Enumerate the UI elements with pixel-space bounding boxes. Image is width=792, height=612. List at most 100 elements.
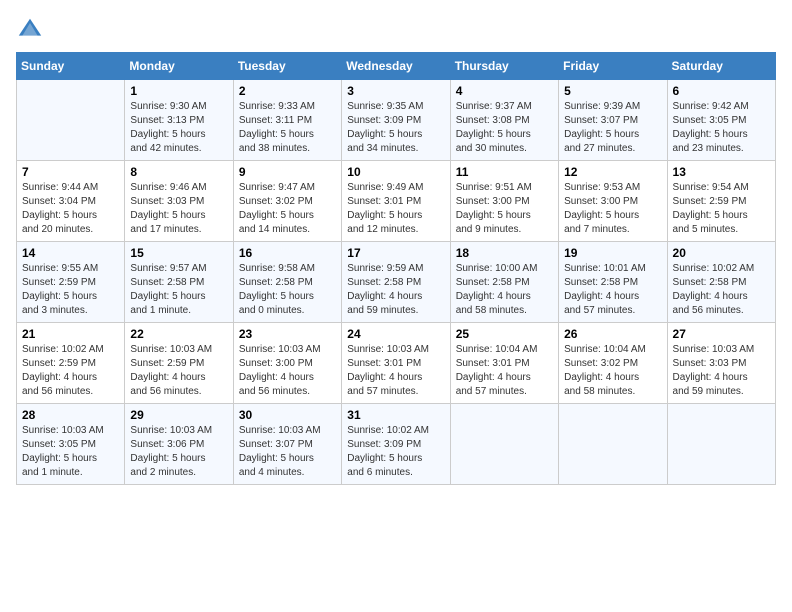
calendar-header-wednesday: Wednesday	[342, 53, 450, 80]
calendar-header-thursday: Thursday	[450, 53, 558, 80]
calendar-cell: 23 Sunrise: 10:03 AM Sunset: 3:00 PM Dayl…	[233, 323, 341, 404]
day-number: 9	[239, 165, 336, 179]
calendar-header-friday: Friday	[559, 53, 667, 80]
calendar-header-tuesday: Tuesday	[233, 53, 341, 80]
day-info: Sunrise: 9:46 AM Sunset: 3:03 PM Dayligh…	[130, 181, 227, 237]
day-info: Sunrise: 9:33 AM Sunset: 3:11 PM Dayligh…	[239, 100, 336, 156]
calendar-cell	[667, 404, 775, 485]
day-number: 13	[673, 165, 770, 179]
calendar-cell: 15 Sunrise: 9:57 AM Sunset: 2:58 PM Dayli…	[125, 242, 233, 323]
calendar-cell: 28 Sunrise: 10:03 AM Sunset: 3:05 PM Dayl…	[17, 404, 125, 485]
day-info: Sunrise: 9:30 AM Sunset: 3:13 PM Dayligh…	[130, 100, 227, 156]
day-info: Sunrise: 10:03 AM Sunset: 3:07 PM Daylig…	[239, 424, 336, 480]
day-number: 24	[347, 327, 444, 341]
day-number: 14	[22, 246, 119, 260]
calendar-cell	[450, 404, 558, 485]
page-header	[16, 16, 776, 44]
day-info: Sunrise: 9:37 AM Sunset: 3:08 PM Dayligh…	[456, 100, 553, 156]
day-info: Sunrise: 9:55 AM Sunset: 2:59 PM Dayligh…	[22, 262, 119, 318]
day-info: Sunrise: 9:57 AM Sunset: 2:58 PM Dayligh…	[130, 262, 227, 318]
calendar-cell: 26 Sunrise: 10:04 AM Sunset: 3:02 PM Dayl…	[559, 323, 667, 404]
day-number: 16	[239, 246, 336, 260]
day-info: Sunrise: 9:59 AM Sunset: 2:58 PM Dayligh…	[347, 262, 444, 318]
day-number: 21	[22, 327, 119, 341]
calendar-cell: 3Sunrise: 9:35 AM Sunset: 3:09 PM Daylig…	[342, 80, 450, 161]
day-info: Sunrise: 10:03 AM Sunset: 3:00 PM Daylig…	[239, 343, 336, 399]
day-number: 22	[130, 327, 227, 341]
day-info: Sunrise: 10:02 AM Sunset: 3:09 PM Daylig…	[347, 424, 444, 480]
day-number: 11	[456, 165, 553, 179]
day-number: 31	[347, 408, 444, 422]
logo-icon	[16, 16, 44, 44]
calendar-cell: 20Sunrise: 10:02 AM Sunset: 2:58 PM Dayl…	[667, 242, 775, 323]
day-number: 7	[22, 165, 119, 179]
day-number: 25	[456, 327, 553, 341]
day-info: Sunrise: 9:42 AM Sunset: 3:05 PM Dayligh…	[673, 100, 770, 156]
day-number: 30	[239, 408, 336, 422]
day-info: Sunrise: 10:03 AM Sunset: 3:01 PM Daylig…	[347, 343, 444, 399]
calendar-cell: 5Sunrise: 9:39 AM Sunset: 3:07 PM Daylig…	[559, 80, 667, 161]
calendar-cell: 27 Sunrise: 10:03 AM Sunset: 3:03 PM Dayl…	[667, 323, 775, 404]
day-info: Sunrise: 9:53 AM Sunset: 3:00 PM Dayligh…	[564, 181, 661, 237]
day-number: 5	[564, 84, 661, 98]
day-info: Sunrise: 10:04 AM Sunset: 3:02 PM Daylig…	[564, 343, 661, 399]
day-info: Sunrise: 10:03 AM Sunset: 3:03 PM Daylig…	[673, 343, 770, 399]
calendar-cell: 21 Sunrise: 10:02 AM Sunset: 2:59 PM Dayl…	[17, 323, 125, 404]
calendar-cell: 17 Sunrise: 9:59 AM Sunset: 2:58 PM Dayli…	[342, 242, 450, 323]
day-info: Sunrise: 9:51 AM Sunset: 3:00 PM Dayligh…	[456, 181, 553, 237]
calendar-week-row: 28 Sunrise: 10:03 AM Sunset: 3:05 PM Dayl…	[17, 404, 776, 485]
day-info: Sunrise: 10:00 AM Sunset: 2:58 PM Daylig…	[456, 262, 553, 318]
day-info: Sunrise: 9:49 AM Sunset: 3:01 PM Dayligh…	[347, 181, 444, 237]
calendar-week-row: 21 Sunrise: 10:02 AM Sunset: 2:59 PM Dayl…	[17, 323, 776, 404]
calendar-week-row: 7Sunrise: 9:44 AM Sunset: 3:04 PM Daylig…	[17, 161, 776, 242]
day-number: 23	[239, 327, 336, 341]
day-number: 26	[564, 327, 661, 341]
calendar-week-row: 1Sunrise: 9:30 AM Sunset: 3:13 PM Daylig…	[17, 80, 776, 161]
calendar-cell: 24 Sunrise: 10:03 AM Sunset: 3:01 PM Dayl…	[342, 323, 450, 404]
calendar-cell	[17, 80, 125, 161]
day-number: 10	[347, 165, 444, 179]
day-info: Sunrise: 9:58 AM Sunset: 2:58 PM Dayligh…	[239, 262, 336, 318]
day-number: 4	[456, 84, 553, 98]
calendar-cell: 12 Sunrise: 9:53 AM Sunset: 3:00 PM Dayli…	[559, 161, 667, 242]
calendar-cell: 30 Sunrise: 10:03 AM Sunset: 3:07 PM Dayl…	[233, 404, 341, 485]
day-info: Sunrise: 10:02 AM Sunset: 2:59 PM Daylig…	[22, 343, 119, 399]
day-number: 28	[22, 408, 119, 422]
day-info: Sunrise: 10:03 AM Sunset: 3:05 PM Daylig…	[22, 424, 119, 480]
calendar-cell: 1Sunrise: 9:30 AM Sunset: 3:13 PM Daylig…	[125, 80, 233, 161]
calendar-cell: 18 Sunrise: 10:00 AM Sunset: 2:58 PM Dayl…	[450, 242, 558, 323]
calendar-cell	[559, 404, 667, 485]
day-info: Sunrise: 10:03 AM Sunset: 2:59 PM Daylig…	[130, 343, 227, 399]
day-number: 20	[673, 246, 770, 260]
day-number: 18	[456, 246, 553, 260]
calendar-cell: 29 Sunrise: 10:03 AM Sunset: 3:06 PM Dayl…	[125, 404, 233, 485]
calendar-cell: 16 Sunrise: 9:58 AM Sunset: 2:58 PM Dayli…	[233, 242, 341, 323]
day-number: 17	[347, 246, 444, 260]
calendar-cell: 22 Sunrise: 10:03 AM Sunset: 2:59 PM Dayl…	[125, 323, 233, 404]
calendar-header-sunday: Sunday	[17, 53, 125, 80]
day-number: 12	[564, 165, 661, 179]
calendar-cell: 13 Sunrise: 9:54 AM Sunset: 2:59 PM Dayli…	[667, 161, 775, 242]
day-number: 19	[564, 246, 661, 260]
calendar-cell: 4 Sunrise: 9:37 AM Sunset: 3:08 PM Daylig…	[450, 80, 558, 161]
day-info: Sunrise: 10:04 AM Sunset: 3:01 PM Daylig…	[456, 343, 553, 399]
calendar-table: SundayMondayTuesdayWednesdayThursdayFrid…	[16, 52, 776, 485]
calendar-header-saturday: Saturday	[667, 53, 775, 80]
calendar-cell: 25 Sunrise: 10:04 AM Sunset: 3:01 PM Dayl…	[450, 323, 558, 404]
calendar-week-row: 14 Sunrise: 9:55 AM Sunset: 2:59 PM Dayli…	[17, 242, 776, 323]
day-number: 8	[130, 165, 227, 179]
day-number: 6	[673, 84, 770, 98]
calendar-header-monday: Monday	[125, 53, 233, 80]
day-info: Sunrise: 9:54 AM Sunset: 2:59 PM Dayligh…	[673, 181, 770, 237]
day-info: Sunrise: 10:03 AM Sunset: 3:06 PM Daylig…	[130, 424, 227, 480]
calendar-cell: 2 Sunrise: 9:33 AM Sunset: 3:11 PM Daylig…	[233, 80, 341, 161]
calendar-cell: 14 Sunrise: 9:55 AM Sunset: 2:59 PM Dayli…	[17, 242, 125, 323]
day-number: 15	[130, 246, 227, 260]
calendar-cell: 31 Sunrise: 10:02 AM Sunset: 3:09 PM Dayl…	[342, 404, 450, 485]
calendar-cell: 6 Sunrise: 9:42 AM Sunset: 3:05 PM Daylig…	[667, 80, 775, 161]
day-number: 29	[130, 408, 227, 422]
day-number: 27	[673, 327, 770, 341]
calendar-cell: 8 Sunrise: 9:46 AM Sunset: 3:03 PM Daylig…	[125, 161, 233, 242]
calendar-cell: 9Sunrise: 9:47 AM Sunset: 3:02 PM Daylig…	[233, 161, 341, 242]
day-number: 2	[239, 84, 336, 98]
